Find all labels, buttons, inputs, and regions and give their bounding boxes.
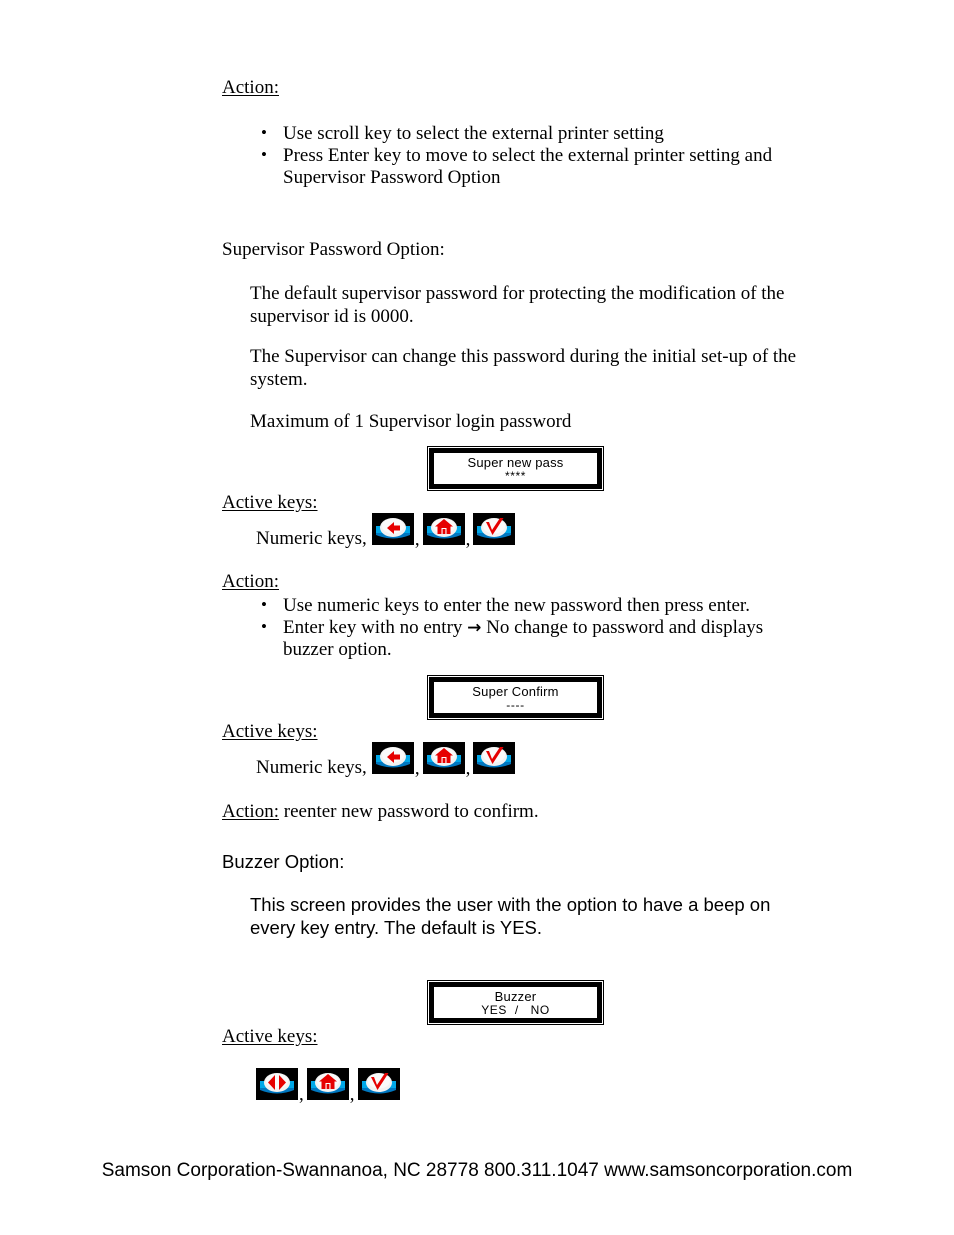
buzzer-option-paragraph: This screen provides the user with the o… (250, 894, 771, 938)
active-keys-label-1: Active keys: (222, 492, 318, 513)
back-arrow-key-icon[interactable] (371, 742, 414, 774)
home-key-icon[interactable] (422, 513, 465, 545)
list-item: Enter key with no entry → No change to p… (258, 616, 788, 661)
action-2-bullet-list: Use numeric keys to enter the new passwo… (258, 594, 788, 661)
home-key-icon[interactable] (422, 742, 465, 774)
active-keys-row-3: , , (256, 1068, 400, 1104)
page-footer: Samson Corporation-Swannanoa, NC 28778 8… (101, 1160, 853, 1181)
supervisor-paragraph-1: The default supervisor password for prot… (250, 283, 785, 327)
right-arrow-icon: → (467, 618, 482, 638)
action-3-line: Action: reenter new password to confirm. (222, 800, 539, 823)
key-separator: , (465, 529, 471, 550)
lcd-line-2: ---- (506, 698, 525, 712)
bullet-text-pre: Enter key with no entry (283, 617, 468, 638)
active-keys-label-3: Active keys: (222, 1026, 318, 1047)
action-heading-2: Action: (222, 571, 279, 592)
lcd-line-2: YES / NO (481, 1003, 550, 1017)
lcd-buzzer: Buzzer YES / NO (427, 980, 604, 1025)
lcd-line-1: Buzzer (494, 989, 537, 1004)
supervisor-paragraph-3: Maximum of 1 Supervisor login password (250, 411, 572, 432)
left-right-arrow-key-icon[interactable] (256, 1068, 298, 1100)
active-keys-row-1: Numeric keys, , , (256, 513, 516, 549)
document-page: Action: Use scroll key to select the ext… (0, 0, 954, 1235)
numeric-keys-label: Numeric keys, (256, 528, 367, 549)
key-separator: , (414, 758, 420, 779)
key-separator: , (465, 758, 471, 779)
action-3-text: reenter new password to confirm. (279, 801, 539, 822)
enter-check-key-icon[interactable] (473, 513, 516, 545)
supervisor-password-option-heading: Supervisor Password Option: (222, 239, 445, 260)
enter-check-key-icon[interactable] (473, 742, 516, 774)
action-heading-3: Action: (222, 801, 279, 822)
lcd-line-1: Super new pass (467, 455, 564, 470)
buzzer-option-heading: Buzzer Option: (222, 851, 345, 872)
action-heading-1: Action: (222, 77, 279, 98)
active-keys-label-2: Active keys: (222, 721, 318, 742)
list-item: Use numeric keys to enter the new passwo… (258, 594, 788, 617)
lcd-line-2: **** (504, 469, 527, 483)
home-key-icon[interactable] (306, 1068, 349, 1100)
key-separator: , (414, 529, 420, 550)
lcd-super-confirm: Super Confirm ---- (427, 675, 604, 720)
action-1-bullet-list: Use scroll key to select the external pr… (258, 122, 818, 189)
enter-check-key-icon[interactable] (357, 1068, 400, 1100)
back-arrow-key-icon[interactable] (371, 513, 414, 545)
supervisor-paragraph-2: The Supervisor can change this password … (250, 346, 797, 390)
key-separator: , (349, 1084, 355, 1105)
lcd-line-1: Super Confirm (472, 684, 559, 699)
list-item: Use scroll key to select the external pr… (258, 122, 818, 145)
active-keys-row-2: Numeric keys, , , (256, 742, 516, 778)
numeric-keys-label: Numeric keys, (256, 757, 367, 778)
lcd-super-new-pass: Super new pass **** (427, 446, 604, 491)
list-item: Press Enter key to move to select the ex… (258, 144, 818, 189)
key-separator: , (299, 1084, 304, 1105)
